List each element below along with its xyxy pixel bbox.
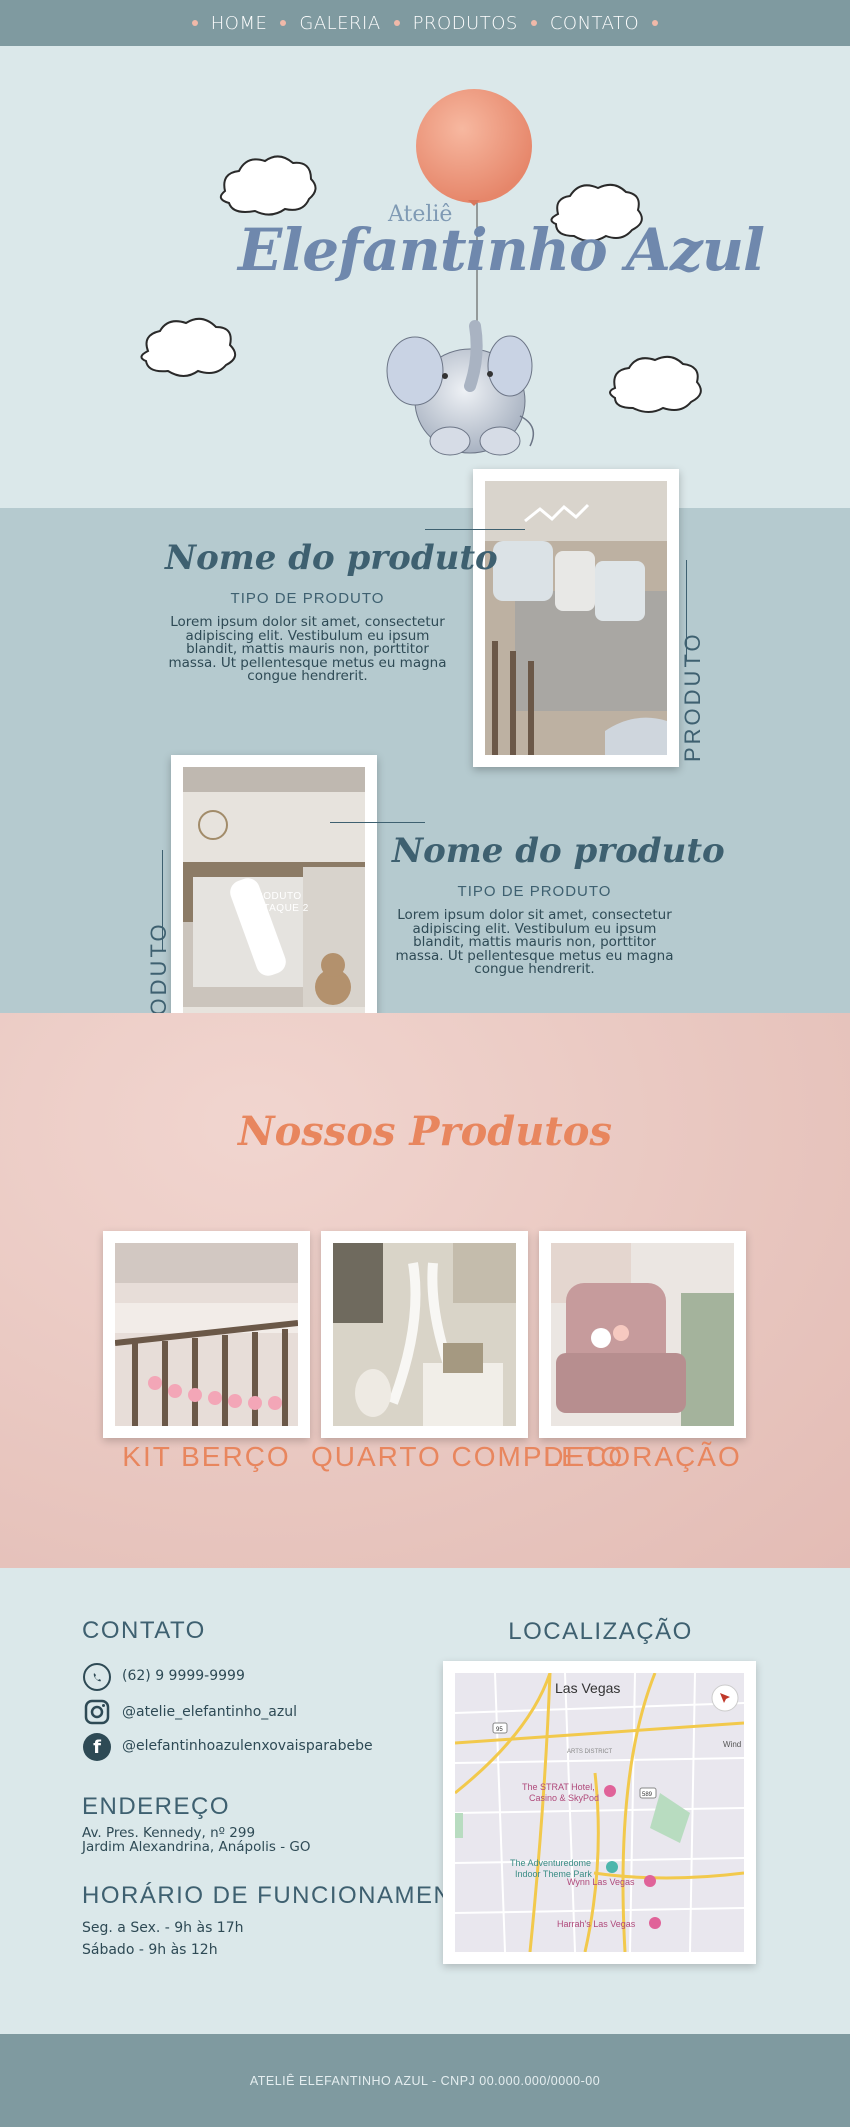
product-side-label: PRODUTO [680, 631, 705, 762]
map-pin-icon [649, 1917, 661, 1929]
product-type: TIPO DE PRODUTO [230, 590, 385, 607]
nav-bullet [652, 20, 659, 26]
nav-home-link[interactable]: HOME [211, 13, 268, 34]
map-district-label: ARTS DISTRICT [567, 1749, 613, 1755]
nav-bullet [393, 20, 400, 26]
card-photo [333, 1243, 516, 1426]
connector-line [330, 822, 425, 823]
whatsapp-icon[interactable] [83, 1663, 111, 1691]
nav-bullet [191, 20, 198, 26]
address-heading: ENDEREÇO [82, 1793, 231, 1820]
card-photo [551, 1243, 734, 1426]
nav-bullet [530, 20, 537, 26]
map-route-label: 95 [496, 1727, 503, 1733]
card-label[interactable]: KIT BERÇO [103, 1441, 310, 1473]
nav-galeria-link[interactable]: GALERIA [299, 13, 380, 34]
footer-text: ATELIÊ ELEFANTINHO AZUL - CNPJ 00.000.00… [249, 2073, 601, 2088]
product-title: Nome do produto [165, 538, 498, 578]
map-city-label: Las Vegas [555, 1680, 620, 1696]
top-nav: HOME GALERIA PRODUTOS CONTATO [0, 0, 850, 46]
nav-bullet [280, 20, 287, 26]
map-place-label: Wind [723, 1740, 741, 1749]
map-pin-icon [644, 1875, 656, 1887]
nav-produtos-link[interactable]: PRODUTOS [413, 13, 518, 34]
product-photo-frame[interactable]: PRODUTO DESTAQUE 2 [171, 755, 377, 1053]
card-label[interactable]: QUARTO COMPLETO [311, 1441, 622, 1473]
product-description: Lorem ipsum dolor sit amet, consectetur … [168, 614, 447, 684]
card-label[interactable]: DECORAÇÃO [539, 1441, 746, 1473]
connector-line [425, 529, 525, 530]
hero-section: Ateliê Elefantinho Azul [0, 46, 850, 508]
elephant-icon [386, 320, 535, 456]
nav-contato-link[interactable]: CONTATO [550, 13, 639, 34]
facebook-icon[interactable]: f [83, 1733, 111, 1761]
hours-line-2: Sábado - 9h às 12h [82, 1942, 218, 1958]
product-card-decoracao[interactable] [539, 1231, 746, 1438]
instagram-icon[interactable] [83, 1698, 111, 1726]
map-canvas[interactable]: Las Vegas ARTS DISTRICT The STRAT Hotel,… [454, 1672, 745, 1953]
map-place-label: The STRAT Hotel, [522, 1782, 595, 1792]
map-pin-icon [604, 1785, 616, 1797]
card-photo [114, 1243, 299, 1426]
hours-heading: HORÁRIO DE FUNCIONAMENTO [82, 1882, 489, 1909]
map-pin-icon [606, 1861, 618, 1873]
product-title: Nome do produto [392, 831, 725, 871]
section-title: Nossos Produtos [238, 1108, 612, 1155]
product-photo-frame[interactable] [473, 469, 679, 767]
location-map[interactable]: Las Vegas ARTS DISTRICT The STRAT Hotel,… [443, 1661, 756, 1964]
map-place-label: Wynn Las Vegas [567, 1877, 635, 1887]
product-card-quarto-completo[interactable] [321, 1231, 528, 1438]
balloon-icon [416, 89, 532, 203]
product-card-kit-berco[interactable] [103, 1231, 310, 1438]
photo-overlay-label: PRODUTO DESTAQUE 2 [241, 891, 309, 914]
map-place-label: The Adventuredome [510, 1858, 591, 1868]
map-place-label: Harrah's Las Vegas [557, 1919, 636, 1929]
product-photo-crib [485, 481, 667, 755]
contact-heading: CONTATO [82, 1617, 206, 1644]
brand-name: Elefantinho Azul [238, 216, 765, 284]
product-description: Lorem ipsum dolor sit amet, consectetur … [395, 907, 674, 977]
hours-line-1: Seg. a Sex. - 9h às 17h [82, 1920, 244, 1936]
contact-phone[interactable]: (62) 9 9999-9999 [122, 1668, 245, 1684]
map-route-label: 589 [642, 1792, 653, 1798]
address-line-2: Jardim Alexandrina, Anápolis - GO [82, 1839, 311, 1855]
contact-instagram[interactable]: @atelie_elefantinho_azul [122, 1704, 297, 1720]
footer: ATELIÊ ELEFANTINHO AZUL - CNPJ 00.000.00… [0, 2034, 850, 2127]
contact-facebook[interactable]: @elefantinhoazulenxovaisparabebe [122, 1738, 373, 1754]
map-place-label: Casino & SkyPod [529, 1793, 599, 1803]
location-heading: LOCALIZAÇÃO [508, 1618, 693, 1645]
product-type: TIPO DE PRODUTO [457, 883, 612, 900]
